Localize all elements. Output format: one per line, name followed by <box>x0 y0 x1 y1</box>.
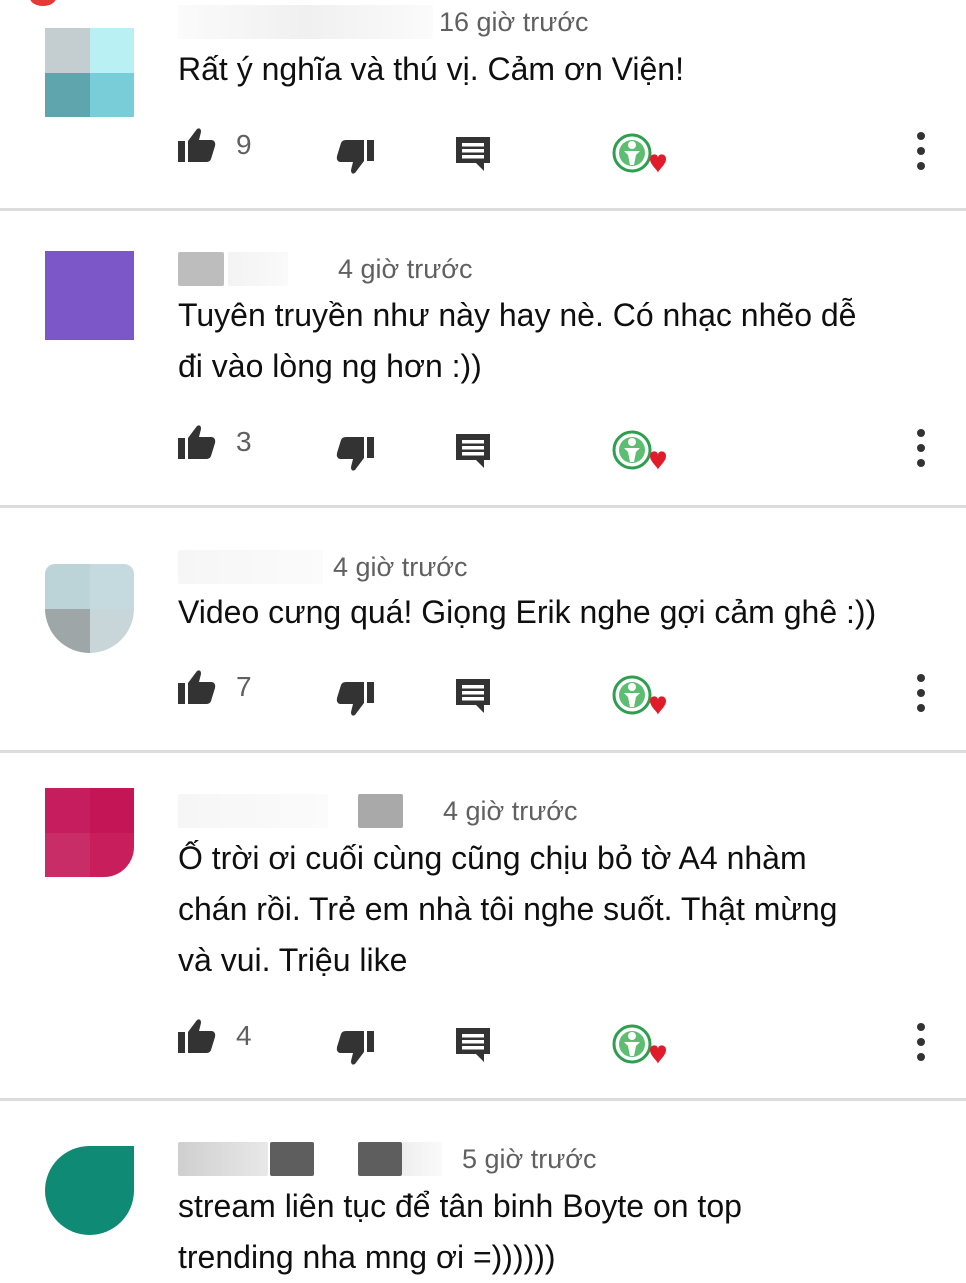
like-button[interactable]: 9 <box>178 127 252 163</box>
creator-heart-badge-icon <box>612 675 668 719</box>
avatar[interactable] <box>45 251 134 340</box>
dislike-button[interactable] <box>336 681 374 717</box>
comment-actions: 3 <box>0 422 966 472</box>
like-button[interactable]: 3 <box>178 424 252 460</box>
like-count: 9 <box>236 129 252 160</box>
comment-actions: 4 <box>0 1016 966 1066</box>
author-name-blurred[interactable] <box>178 252 224 286</box>
reply-button[interactable] <box>456 434 490 468</box>
more-vertical-icon <box>914 131 928 171</box>
like-button[interactable]: 4 <box>178 1018 252 1054</box>
like-count: 3 <box>236 426 252 457</box>
avatar[interactable] <box>45 564 134 653</box>
reply-comment-icon <box>456 679 490 713</box>
more-vertical-icon <box>914 673 928 713</box>
author-name-blurred[interactable] <box>178 794 328 828</box>
comment-meta: 5 giờ trước <box>178 1142 597 1176</box>
like-count: 4 <box>236 1020 252 1051</box>
author-name-blurred[interactable] <box>178 550 323 584</box>
reply-comment-icon <box>456 434 490 468</box>
comment-text: Tuyên truyền như này hay nè. Có nhạc nhẽ… <box>178 297 857 384</box>
dislike-button[interactable] <box>336 139 374 175</box>
author-name-blurred[interactable] <box>178 1142 268 1176</box>
author-name-blurred[interactable] <box>178 5 433 39</box>
more-vertical-icon <box>914 428 928 468</box>
creator-heart-badge[interactable] <box>612 675 668 719</box>
comment-text: stream liên tục để tân binh Boyte on top… <box>178 1188 742 1275</box>
dislike-button[interactable] <box>336 436 374 472</box>
comment-actions: 9 <box>0 125 966 175</box>
like-button[interactable]: 7 <box>178 669 252 705</box>
comment-time: 4 giờ trước <box>333 551 468 582</box>
reply-comment-icon <box>456 1028 490 1062</box>
divider <box>0 208 966 211</box>
thumb-down-icon <box>336 436 374 472</box>
more-options-button[interactable] <box>914 673 928 713</box>
reply-button[interactable] <box>456 679 490 713</box>
thumb-down-icon <box>336 139 374 175</box>
more-options-button[interactable] <box>914 1022 928 1062</box>
thumb-down-icon <box>336 681 374 717</box>
avatar[interactable] <box>45 1146 134 1235</box>
thumb-up-icon <box>178 424 216 460</box>
creator-heart-badge[interactable] <box>612 430 668 474</box>
comment-text: Ố trời ơi cuối cùng cũng chịu bỏ tờ A4 n… <box>178 840 838 978</box>
comment-meta: 4 giờ trước <box>178 794 578 828</box>
creator-heart-badge[interactable] <box>612 1024 668 1068</box>
more-options-button[interactable] <box>914 131 928 171</box>
thumb-up-icon <box>178 127 216 163</box>
thumb-down-icon <box>336 1030 374 1066</box>
comment-meta: 4 giờ trước <box>178 252 473 286</box>
creator-heart-badge[interactable] <box>612 133 668 177</box>
comment-meta: 4 giờ trước <box>178 550 468 584</box>
comment-time: 16 giờ trước <box>439 6 589 37</box>
comment-text: Video cưng quá! Giọng Erik nghe gợi cảm … <box>178 594 877 630</box>
reply-button[interactable] <box>456 1028 490 1062</box>
dislike-button[interactable] <box>336 1030 374 1066</box>
reply-comment-icon <box>456 137 490 171</box>
like-count: 7 <box>236 671 252 702</box>
reply-button[interactable] <box>456 137 490 171</box>
creator-heart-badge-icon <box>612 133 668 177</box>
comment-time: 4 giờ trước <box>338 253 473 284</box>
more-vertical-icon <box>914 1022 928 1062</box>
comment-time: 5 giờ trước <box>462 1143 597 1174</box>
divider <box>0 1098 966 1101</box>
creator-heart-badge-icon <box>612 1024 668 1068</box>
thumb-up-icon <box>178 669 216 705</box>
comment-actions: 7 <box>0 667 966 717</box>
avatar[interactable] <box>45 28 134 117</box>
divider <box>0 505 966 508</box>
comment-time: 4 giờ trước <box>443 795 578 826</box>
avatar[interactable] <box>45 788 134 877</box>
comment-meta: 16 giờ trước <box>178 5 589 39</box>
thumb-up-icon <box>178 1018 216 1054</box>
notification-dot <box>30 0 56 6</box>
creator-heart-badge-icon <box>612 430 668 474</box>
more-options-button[interactable] <box>914 428 928 468</box>
divider <box>0 750 966 753</box>
comment-text: Rất ý nghĩa và thú vị. Cảm ơn Viện! <box>178 51 684 87</box>
